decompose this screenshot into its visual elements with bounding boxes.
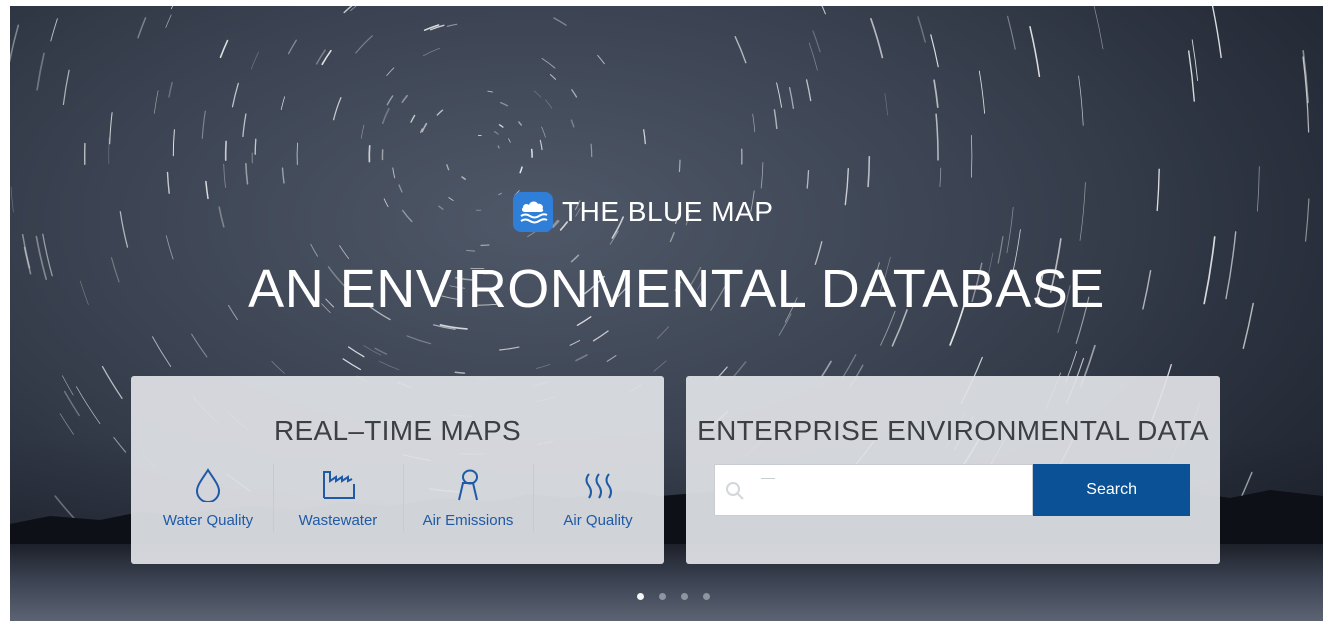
air-waves-icon bbox=[585, 473, 612, 499]
search-icon bbox=[726, 482, 744, 500]
brand-name: THE BLUE MAP bbox=[562, 196, 774, 227]
search-button[interactable]: Search bbox=[1033, 464, 1190, 516]
carousel-dot[interactable] bbox=[637, 593, 644, 600]
water-drop-icon bbox=[195, 468, 221, 502]
enterprise-data-panel: ENTERPRISE ENVIRONMENTAL DATA Search bbox=[686, 376, 1220, 564]
realtime-maps-title: REAL–TIME MAPS bbox=[274, 415, 521, 446]
carousel-dot[interactable] bbox=[659, 593, 666, 600]
search-field[interactable] bbox=[714, 464, 1034, 517]
map-category-list: Water Quality Wastewater Air Emissions A… bbox=[143, 464, 663, 534]
air-emissions-link[interactable]: Air Emissions bbox=[403, 464, 533, 534]
carousel-dot[interactable] bbox=[703, 593, 710, 600]
blue-map-cloud-icon bbox=[513, 192, 553, 232]
page-headline: AN ENVIRONMENTAL DATABASE bbox=[248, 259, 1105, 319]
air-quality-label: Air Quality bbox=[563, 512, 633, 529]
search-input[interactable] bbox=[755, 465, 1029, 517]
wastewater-label: Wastewater bbox=[298, 512, 378, 529]
enterprise-search: Search bbox=[714, 464, 1190, 517]
air-emissions-label: Air Emissions bbox=[422, 512, 514, 529]
hero-banner: THE BLUE MAP AN ENVIRONMENTAL DATABASE R… bbox=[10, 6, 1323, 621]
carousel-indicators bbox=[637, 593, 710, 600]
brand[interactable]: THE BLUE MAP bbox=[513, 190, 773, 234]
smokestack-icon bbox=[458, 469, 478, 501]
enterprise-data-title: ENTERPRISE ENVIRONMENTAL DATA bbox=[697, 415, 1209, 446]
realtime-maps-panel: REAL–TIME MAPS Water Quality Wastewater bbox=[131, 376, 664, 564]
water-quality-link[interactable]: Water Quality bbox=[143, 464, 273, 534]
wastewater-link[interactable]: Wastewater bbox=[273, 464, 403, 534]
carousel-dot[interactable] bbox=[681, 593, 688, 600]
factory-icon bbox=[323, 471, 355, 499]
air-quality-link[interactable]: Air Quality bbox=[533, 464, 663, 534]
water-quality-label: Water Quality bbox=[162, 512, 254, 529]
